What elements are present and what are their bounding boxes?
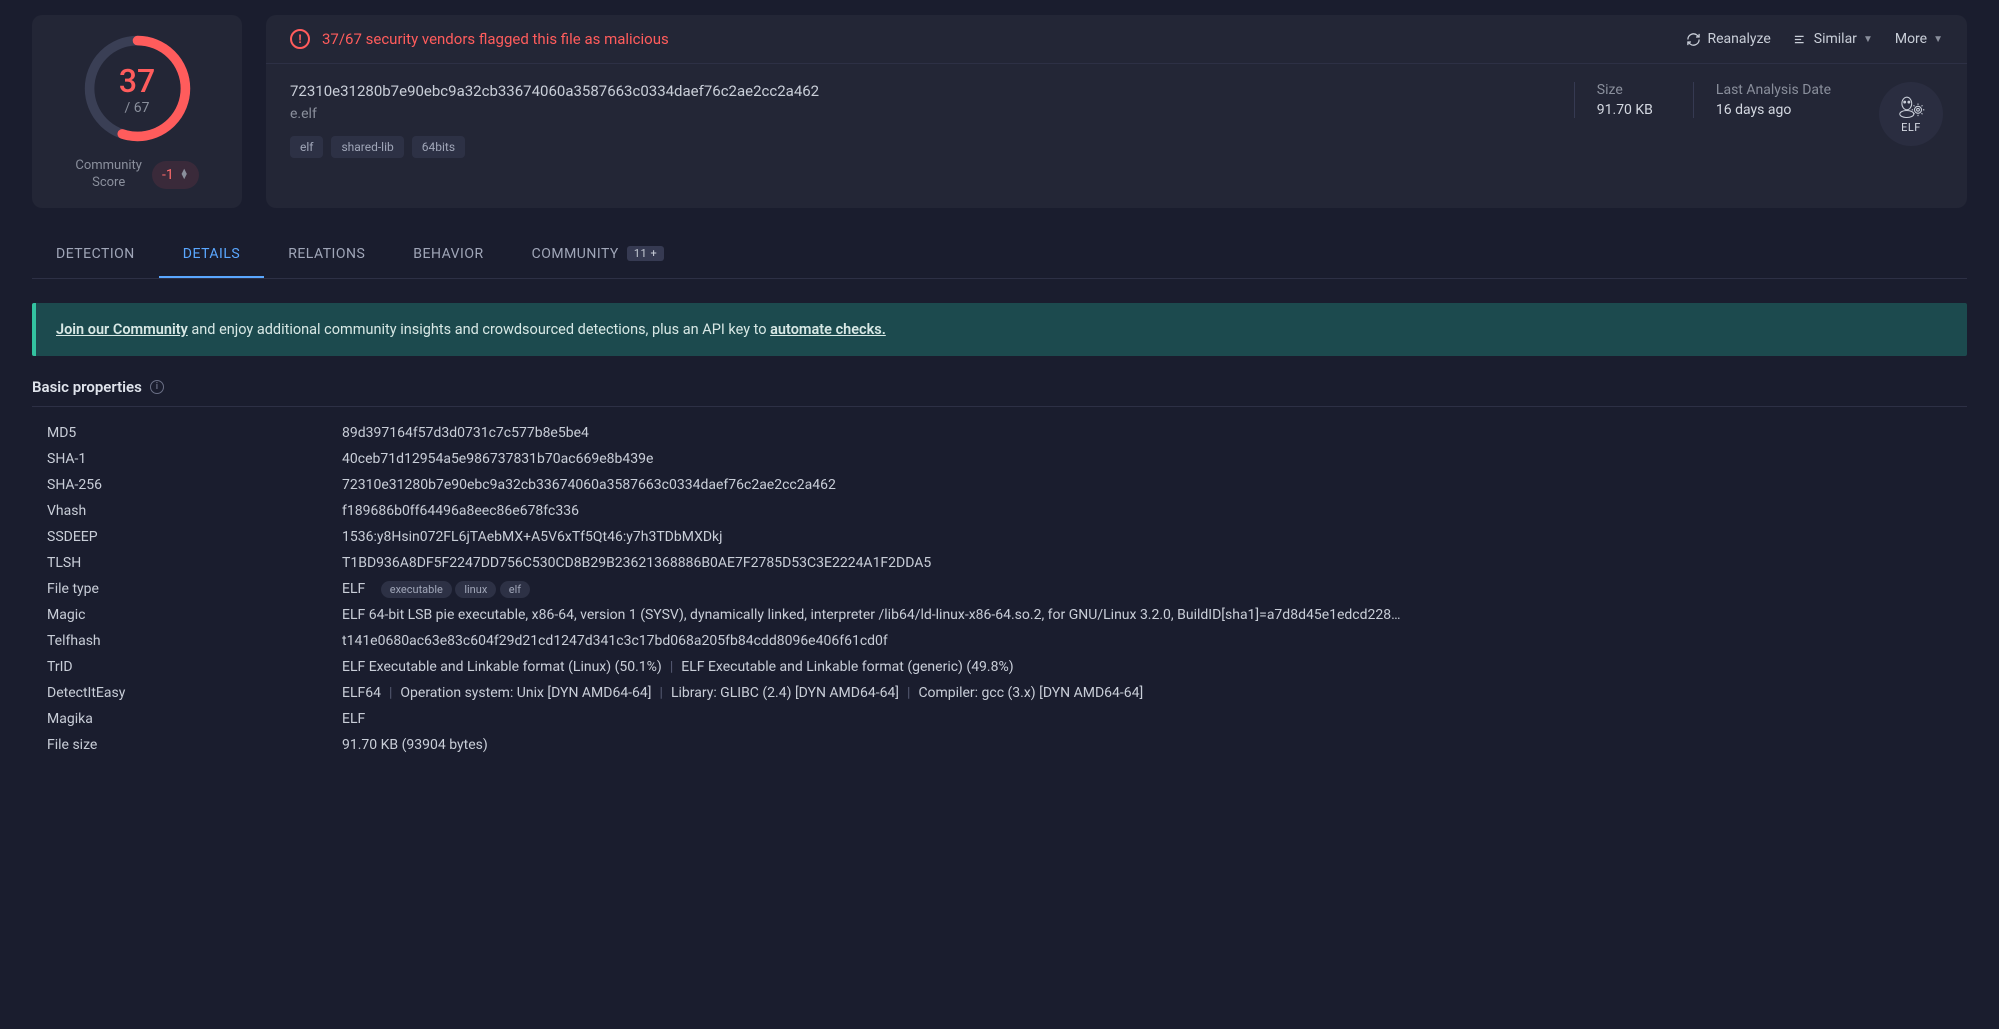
prop-key-tlsh: TLSH	[47, 553, 342, 574]
similar-button[interactable]: Similar ▼	[1793, 31, 1873, 47]
prop-val-tlsh: T1BD936A8DF5F2247DD756C530CD8B29B2362136…	[342, 553, 1967, 574]
summary-card: ! 37/67 security vendors flagged this fi…	[266, 15, 1967, 208]
penguin-gear-icon	[1897, 95, 1925, 119]
refresh-icon	[1686, 32, 1701, 47]
more-button[interactable]: More ▼	[1895, 31, 1943, 47]
community-score-value: -1	[162, 167, 174, 183]
file-type-badge: ELF	[1879, 82, 1943, 146]
prop-key-telfhash: Telfhash	[47, 631, 342, 652]
prop-key-trid: TrID	[47, 657, 342, 678]
tab-details[interactable]: DETAILS	[159, 232, 264, 278]
prop-val-vhash: f189686b0ff64496a8eec86e678fc336	[342, 501, 1967, 522]
chevron-down-icon: ▼	[1863, 34, 1873, 45]
tag[interactable]: executable	[381, 581, 452, 598]
tag[interactable]: elf	[290, 136, 323, 158]
prop-key-magic: Magic	[47, 605, 342, 626]
prop-key-filetype: File type	[47, 579, 342, 600]
prop-key-sha256: SHA-256	[47, 475, 342, 496]
tab-community[interactable]: COMMUNITY 11 +	[508, 232, 689, 278]
chevron-down-icon: ▼	[1933, 34, 1943, 45]
reanalyze-button[interactable]: Reanalyze	[1686, 31, 1770, 47]
file-name: e.elf	[290, 106, 1556, 122]
detection-gauge: 37 / 67	[80, 31, 195, 146]
tag[interactable]: linux	[455, 581, 496, 598]
prop-key-vhash: Vhash	[47, 501, 342, 522]
prop-key-md5: MD5	[47, 423, 342, 444]
automate-checks-link[interactable]: automate checks.	[770, 321, 886, 338]
prop-val-magic: ELF 64-bit LSB pie executable, x86-64, v…	[342, 605, 1967, 626]
prop-val-sha256: 72310e31280b7e90ebc9a32cb33674060a358766…	[342, 475, 1967, 496]
prop-key-magika: Magika	[47, 709, 342, 730]
similar-icon	[1793, 32, 1808, 47]
warning-icon: !	[290, 29, 310, 49]
detection-count: 37	[119, 62, 155, 100]
community-banner: Join our Community and enjoy additional …	[32, 303, 1967, 356]
community-score-label: CommunityScore	[75, 158, 142, 192]
prop-val-sha1: 40ceb71d12954a5e986737831b70ac669e8b439e	[342, 449, 1967, 470]
prop-key-die: DetectItEasy	[47, 683, 342, 704]
tab-relations[interactable]: RELATIONS	[264, 232, 389, 278]
basic-properties-heading[interactable]: Basic properties i	[32, 378, 1967, 396]
malicious-flag-text: 37/67 security vendors flagged this file…	[322, 30, 669, 48]
tab-bar: DETECTION DETAILS RELATIONS BEHAVIOR COM…	[32, 232, 1967, 279]
score-card: 37 / 67 CommunityScore -1 ▲▼	[32, 15, 242, 208]
info-icon[interactable]: i	[150, 380, 164, 394]
sha256-hash: 72310e31280b7e90ebc9a32cb33674060a358766…	[290, 82, 1556, 100]
tag-list: elf shared-lib 64bits	[290, 136, 1556, 158]
community-vote-pill[interactable]: -1 ▲▼	[152, 161, 199, 189]
prop-key-sha1: SHA-1	[47, 449, 342, 470]
tab-detection[interactable]: DETECTION	[32, 232, 159, 278]
prop-val-md5: 89d397164f57d3d0731c7c577b8e5be4	[342, 423, 1967, 444]
prop-val-die: ELF64|Operation system: Unix [DYN AMD64-…	[342, 683, 1967, 704]
tag[interactable]: shared-lib	[331, 136, 403, 158]
properties-table: MD589d397164f57d3d0731c7c577b8e5be4 SHA-…	[32, 421, 1967, 759]
prop-key-ssdeep: SSDEEP	[47, 527, 342, 548]
tab-behavior[interactable]: BEHAVIOR	[389, 232, 507, 278]
join-community-link[interactable]: Join our Community	[56, 321, 188, 338]
size-block: Size 91.70 KB	[1574, 82, 1675, 118]
analysis-date-block: Last Analysis Date 16 days ago	[1693, 82, 1853, 118]
prop-val-filesize: 91.70 KB (93904 bytes)	[342, 735, 1967, 756]
prop-val-magika: ELF	[342, 709, 1967, 730]
prop-val-trid: ELF Executable and Linkable format (Linu…	[342, 657, 1967, 678]
prop-val-telfhash: t141e0680ac63e83c604f29d21cd1247d341c3c1…	[342, 631, 1967, 652]
community-count-badge: 11 +	[627, 246, 664, 261]
prop-key-filesize: File size	[47, 735, 342, 756]
prop-val-ssdeep: 1536:y8Hsin072FL6jTAebMX+A5V6xTf5Qt46:y7…	[342, 527, 1967, 548]
vote-arrows-icon[interactable]: ▲▼	[180, 170, 189, 181]
prop-val-filetype: ELF executable linux elf	[342, 579, 1967, 600]
tag[interactable]: elf	[500, 581, 530, 598]
tag[interactable]: 64bits	[412, 136, 465, 158]
detection-total: / 67	[125, 100, 150, 116]
